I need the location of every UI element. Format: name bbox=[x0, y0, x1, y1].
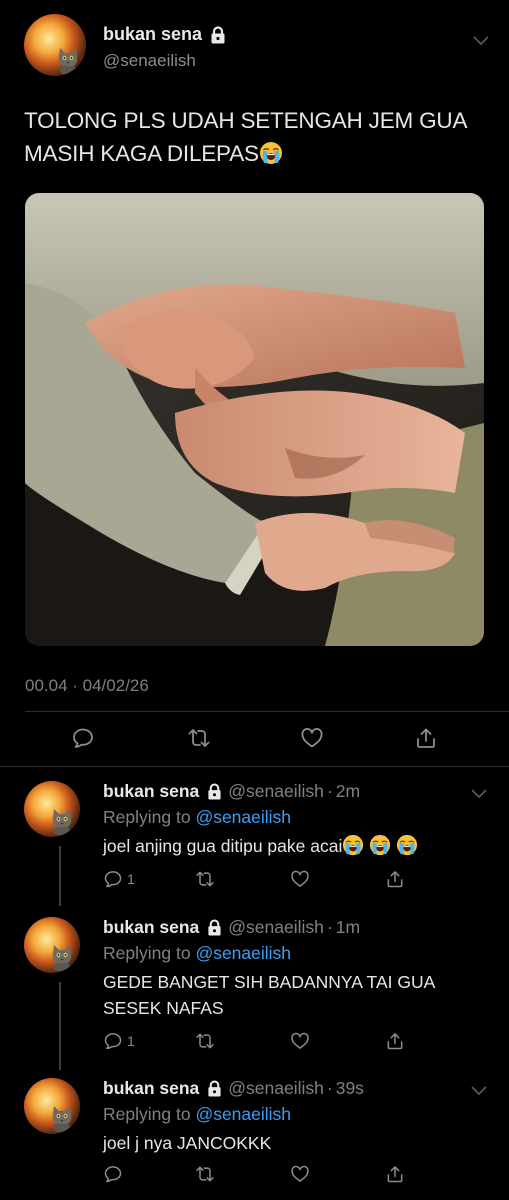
reply-button[interactable] bbox=[103, 1164, 127, 1184]
reply-text: joel anjing gua ditipu pake acai bbox=[103, 833, 483, 859]
tweet-timestamp: 00.04 · 04/02/26 bbox=[25, 676, 149, 695]
relative-time: 1m bbox=[335, 917, 361, 937]
reply-tweet[interactable]: bukan sena @senaeilish · 1m Replying to … bbox=[0, 903, 509, 1067]
reply-text-content: joel anjing gua ditipu pake acai bbox=[103, 836, 343, 856]
chevron-down-icon[interactable] bbox=[473, 36, 489, 46]
share-button[interactable] bbox=[385, 1031, 405, 1051]
like-button[interactable] bbox=[290, 869, 310, 889]
reply-header: bukan sena @senaeilish · 2m bbox=[103, 781, 360, 802]
avatar[interactable] bbox=[24, 14, 86, 76]
replying-to: Replying to @senaeilish bbox=[103, 1104, 291, 1125]
like-icon bbox=[300, 726, 324, 750]
like-icon bbox=[290, 869, 310, 889]
like-button[interactable] bbox=[290, 1164, 310, 1184]
cat-avatar-image bbox=[48, 805, 76, 835]
chevron-down-icon[interactable] bbox=[471, 1086, 487, 1096]
reply-text: GEDE BANGET SIH BADANNYA TAI GUA SESEK N… bbox=[103, 972, 435, 1018]
divider bbox=[25, 711, 509, 712]
replying-to: Replying to @senaeilish bbox=[103, 807, 291, 828]
avatar[interactable] bbox=[24, 781, 80, 837]
lock-icon bbox=[210, 26, 226, 44]
reply-count: 1 bbox=[127, 1033, 135, 1049]
reply-icon bbox=[71, 726, 95, 750]
reply-button[interactable]: 1 bbox=[103, 869, 135, 889]
share-button[interactable] bbox=[385, 1164, 405, 1184]
avatar[interactable] bbox=[24, 1078, 80, 1134]
tweet-text-content: TOLONG PLS UDAH SETENGAH JEM GUA MASIH K… bbox=[24, 108, 467, 166]
separator-dot: · bbox=[326, 917, 333, 937]
display-name[interactable]: bukan sena bbox=[103, 24, 226, 45]
relative-time: 39s bbox=[335, 1078, 364, 1098]
replying-to-label: Replying to bbox=[103, 807, 191, 827]
retweet-button[interactable] bbox=[195, 1164, 215, 1184]
loudly-crying-face-emoji bbox=[259, 141, 283, 165]
share-icon bbox=[385, 1031, 405, 1051]
loudly-crying-face-emoji bbox=[369, 834, 391, 856]
avatar[interactable] bbox=[24, 917, 80, 973]
retweet-icon bbox=[195, 1031, 215, 1051]
reply-button[interactable] bbox=[71, 726, 95, 750]
tweet-photo[interactable] bbox=[25, 193, 484, 646]
reply-header: bukan sena @senaeilish · 1m bbox=[103, 917, 360, 938]
replying-to: Replying to @senaeilish bbox=[103, 943, 291, 964]
lock-icon bbox=[207, 1080, 222, 1097]
retweet-button[interactable] bbox=[195, 869, 215, 889]
share-icon bbox=[414, 726, 438, 750]
display-name[interactable]: bukan sena bbox=[103, 1078, 199, 1099]
handle[interactable]: @senaeilish bbox=[228, 781, 324, 802]
retweet-button[interactable] bbox=[195, 1031, 215, 1051]
separator-dot: · bbox=[326, 1078, 333, 1098]
main-tweet-header: bukan sena @senaeilish bbox=[24, 14, 489, 84]
reply-count: 1 bbox=[127, 871, 135, 887]
replying-to-label: Replying to bbox=[103, 1104, 191, 1124]
relative-time: 2m bbox=[335, 781, 361, 801]
reply-button[interactable]: 1 bbox=[103, 1031, 135, 1051]
separator-dot: · bbox=[326, 781, 333, 801]
share-button[interactable] bbox=[385, 869, 405, 889]
reply-icon bbox=[103, 869, 123, 889]
like-icon bbox=[290, 1164, 310, 1184]
cat-avatar-image bbox=[48, 941, 76, 971]
cat-avatar-image bbox=[54, 44, 82, 74]
loudly-crying-face-emoji bbox=[396, 834, 418, 856]
tweet-text: TOLONG PLS UDAH SETENGAH JEM GUA MASIH K… bbox=[24, 104, 494, 170]
handle[interactable]: @senaeilish bbox=[228, 1078, 324, 1099]
reply-header: bukan sena @senaeilish · 39s bbox=[103, 1078, 364, 1099]
handle[interactable]: @senaeilish bbox=[103, 51, 196, 71]
share-icon bbox=[385, 869, 405, 889]
mention-link[interactable]: @senaeilish bbox=[195, 943, 291, 963]
display-name-text: bukan sena bbox=[103, 24, 203, 44]
retweet-icon bbox=[187, 726, 211, 750]
display-name[interactable]: bukan sena bbox=[103, 781, 199, 802]
like-icon bbox=[290, 1031, 310, 1051]
share-icon bbox=[385, 1164, 405, 1184]
lock-icon bbox=[207, 783, 222, 800]
photo-hands-held bbox=[25, 193, 484, 646]
retweet-button[interactable] bbox=[187, 726, 211, 750]
main-tweet-actions bbox=[0, 724, 509, 754]
mention-link[interactable]: @senaeilish bbox=[195, 807, 291, 827]
replying-to-label: Replying to bbox=[103, 943, 191, 963]
mention-link[interactable]: @senaeilish bbox=[195, 1104, 291, 1124]
share-button[interactable] bbox=[414, 726, 438, 750]
cat-avatar-image bbox=[48, 1102, 76, 1132]
chevron-down-icon[interactable] bbox=[471, 789, 487, 799]
reply-tweet[interactable]: bukan sena @senaeilish · 2m Replying to … bbox=[0, 767, 509, 903]
lock-icon bbox=[207, 919, 222, 936]
reply-text: joel j nya JANCOKKK bbox=[103, 1133, 272, 1153]
handle[interactable]: @senaeilish bbox=[228, 917, 324, 938]
display-name[interactable]: bukan sena bbox=[103, 917, 199, 938]
retweet-icon bbox=[195, 869, 215, 889]
reply-icon bbox=[103, 1031, 123, 1051]
retweet-icon bbox=[195, 1164, 215, 1184]
reply-icon bbox=[103, 1164, 123, 1184]
loudly-crying-face-emoji bbox=[342, 834, 364, 856]
like-button[interactable] bbox=[290, 1031, 310, 1051]
like-button[interactable] bbox=[300, 726, 324, 750]
reply-tweet[interactable]: bukan sena @senaeilish · 39s Replying to… bbox=[0, 1064, 509, 1200]
